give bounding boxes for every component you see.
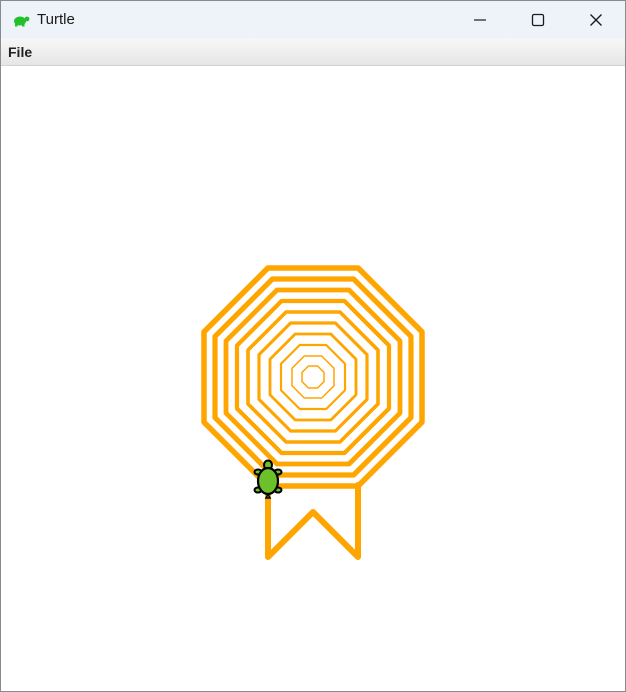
maximize-icon [531,13,545,26]
maximize-button[interactable] [509,1,567,38]
drawing-surface [201,265,425,560]
menu-file[interactable]: File [1,44,40,60]
spiral-ring-3 [279,343,347,411]
spiral-ring-6 [246,310,380,444]
close-button[interactable] [567,1,625,38]
spiral-ring-8 [223,287,403,467]
minimize-icon [474,18,486,21]
spiral-ring-2 [291,355,335,399]
turtle-icon [14,16,30,27]
turtle-canvas[interactable] [1,67,625,691]
menu-bar: File [1,38,625,66]
window-title: Turtle [37,11,75,28]
spiral-ring-9 [212,276,414,478]
spiral-ring-5 [257,321,369,433]
spiral-ring-1 [301,365,325,389]
close-icon [590,13,602,26]
octagon-spiral [201,265,425,489]
minimize-button[interactable] [451,1,509,38]
spiral-ring-4 [268,332,358,422]
turtle-window: Turtle File [0,0,626,692]
window-controls [451,1,625,38]
title-bar[interactable]: Turtle [1,1,625,38]
